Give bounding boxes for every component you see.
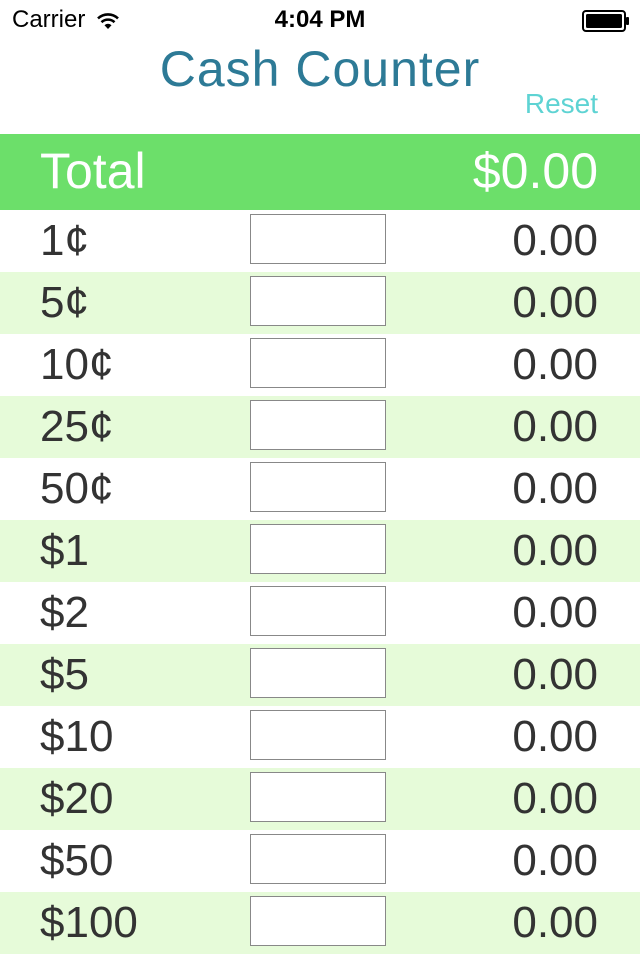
row-amount: 0.00 [512, 464, 598, 513]
row-amount: 0.00 [512, 836, 598, 885]
denomination-row: $2 0.00 [0, 582, 640, 644]
denomination-row: $100 0.00 [0, 892, 640, 954]
denomination-label: $50 [40, 836, 114, 885]
count-input[interactable] [250, 586, 386, 636]
denomination-label: $2 [40, 588, 89, 637]
count-input[interactable] [250, 276, 386, 326]
count-input[interactable] [250, 648, 386, 698]
denomination-label: $10 [40, 712, 114, 761]
denomination-label: $20 [40, 774, 114, 823]
count-input[interactable] [250, 896, 386, 946]
count-input[interactable] [250, 400, 386, 450]
count-input[interactable] [250, 338, 386, 388]
denomination-row: $50 0.00 [0, 830, 640, 892]
denomination-label: 50¢ [40, 464, 114, 513]
count-input[interactable] [250, 462, 386, 512]
denomination-row: 1¢ 0.00 [0, 210, 640, 272]
denomination-label: $100 [40, 898, 138, 947]
denomination-row: 5¢ 0.00 [0, 272, 640, 334]
total-bar: Total $0.00 [0, 134, 640, 210]
row-amount: 0.00 [512, 402, 598, 451]
row-amount: 0.00 [512, 340, 598, 389]
row-amount: 0.00 [512, 278, 598, 327]
row-amount: 0.00 [512, 216, 598, 265]
denomination-label: $5 [40, 650, 89, 699]
denomination-row: $5 0.00 [0, 644, 640, 706]
count-input[interactable] [250, 524, 386, 574]
row-amount: 0.00 [512, 712, 598, 761]
denomination-label: 10¢ [40, 340, 114, 389]
count-input[interactable] [250, 772, 386, 822]
status-bar: Carrier 4:04 PM [0, 0, 640, 40]
row-amount: 0.00 [512, 774, 598, 823]
denomination-row: $1 0.00 [0, 520, 640, 582]
denomination-label: 1¢ [40, 216, 89, 265]
reset-button[interactable]: Reset [525, 88, 598, 120]
row-amount: 0.00 [512, 898, 598, 947]
row-amount: 0.00 [512, 526, 598, 575]
battery-icon [582, 10, 630, 32]
count-input[interactable] [250, 834, 386, 884]
denomination-label: $1 [40, 526, 89, 575]
denomination-list: 1¢ 0.00 5¢ 0.00 10¢ 0.00 25¢ 0.00 50¢ 0.… [0, 210, 640, 954]
denomination-row: 25¢ 0.00 [0, 396, 640, 458]
status-time: 4:04 PM [274, 6, 366, 33]
app-screen: Carrier 4:04 PM Cash Counter Reset Total… [0, 0, 640, 960]
denomination-label: 25¢ [40, 402, 114, 451]
total-label: Total [40, 143, 146, 199]
denomination-label: 5¢ [40, 278, 89, 327]
row-amount: 0.00 [512, 650, 598, 699]
denomination-row: 50¢ 0.00 [0, 458, 640, 520]
denomination-row: 10¢ 0.00 [0, 334, 640, 396]
total-value: $0.00 [472, 143, 598, 199]
count-input[interactable] [250, 710, 386, 760]
count-input[interactable] [250, 214, 386, 264]
denomination-row: $10 0.00 [0, 706, 640, 768]
denomination-row: $20 0.00 [0, 768, 640, 830]
row-amount: 0.00 [512, 588, 598, 637]
